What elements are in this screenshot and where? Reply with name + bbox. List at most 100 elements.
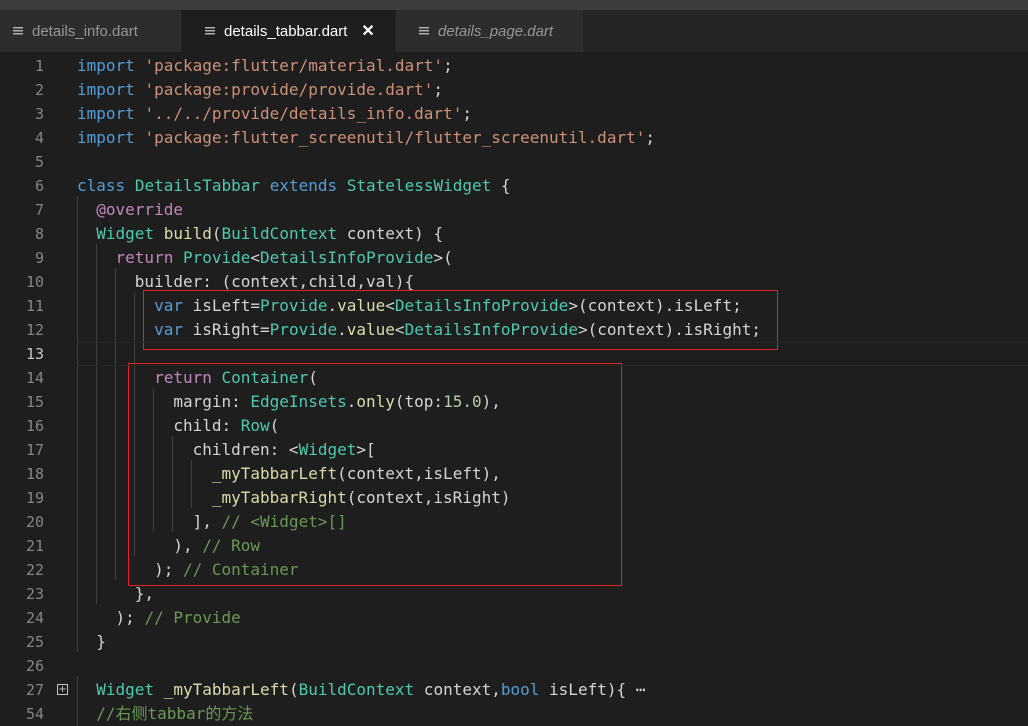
code-token: Provide [182, 248, 251, 267]
code-line[interactable]: 8 Widget build(BuildContext context) { [0, 222, 1028, 246]
code-line[interactable]: 7 @override [0, 198, 1028, 222]
line-number: 10 [25, 273, 44, 291]
code-line[interactable]: 13 [0, 342, 1028, 366]
code-token: context) { [337, 224, 444, 243]
code-token: import [77, 128, 135, 147]
line-number: 27 [25, 681, 44, 699]
code-token: >(context).isRight; [577, 320, 761, 339]
code-line[interactable]: 3 import '../../provide/details_info.dart… [0, 102, 1028, 126]
code-token: StatelessWidget [346, 176, 492, 195]
code-token: >(context).isLeft; [568, 296, 742, 315]
line-number: 17 [25, 441, 44, 459]
code-token: . [327, 296, 338, 315]
line-number: 15 [25, 393, 44, 411]
code-line[interactable]: 20 ], // <Widget>[] [0, 510, 1028, 534]
line-number: 6 [34, 177, 44, 195]
line-number: 23 [25, 585, 44, 603]
code-line[interactable]: 5 [0, 150, 1028, 174]
code-token: Provide [260, 296, 328, 315]
code-line[interactable]: 27 + Widget _myTabbarLeft(BuildContext co… [0, 678, 1028, 702]
code-token: Widget [96, 680, 155, 699]
folded-ellipsis[interactable]: ⋯ [636, 680, 646, 699]
code-line[interactable]: 2 import 'package:provide/provide.dart'; [0, 78, 1028, 102]
code-token: isRight= [182, 320, 270, 339]
line-number: 24 [25, 609, 44, 627]
code-line[interactable]: 23 }, [0, 582, 1028, 606]
code-token: only [356, 392, 395, 411]
code-line[interactable]: 6 class DetailsTabbar extends StatelessWi… [0, 174, 1028, 198]
code-text: margin: EdgeInsets.only(top:15.0), [77, 390, 501, 414]
code-token: ( [308, 368, 318, 387]
line-number: 2 [34, 81, 44, 99]
code-line[interactable]: 22 ); // Container [0, 558, 1028, 582]
code-token: ; [645, 128, 655, 147]
code-line[interactable]: 21 ), // Row [0, 534, 1028, 558]
code-token: ( [211, 224, 222, 243]
code-text: child: Row( [77, 414, 279, 438]
code-line[interactable]: 12 var isRight=Provide.value<DetailsInfo… [0, 318, 1028, 342]
code-line[interactable]: 26 [0, 654, 1028, 678]
code-line[interactable]: 11 var isLeft=Provide.value<DetailsInfoP… [0, 294, 1028, 318]
title-bar-strip [0, 0, 1028, 10]
line-number: 12 [25, 321, 44, 339]
code-line[interactable]: 15 margin: EdgeInsets.only(top:15.0), [0, 390, 1028, 414]
code-line[interactable]: 4 import 'package:flutter_screenutil/flut… [0, 126, 1028, 150]
line-number: 1 [34, 57, 44, 75]
code-token: value [337, 296, 386, 315]
code-token: BuildContext [298, 680, 415, 699]
line-number: 54 [25, 705, 44, 723]
code-token: < [250, 248, 261, 267]
code-token: EdgeInsets [250, 392, 347, 411]
code-text: _myTabbarLeft(context,isLeft), [77, 462, 501, 486]
code-line[interactable]: 9 return Provide<DetailsInfoProvide>( [0, 246, 1028, 270]
code-line[interactable]: 54 //右侧tabbar的方法 [0, 702, 1028, 726]
code-line[interactable]: 19 _myTabbarRight(context,isRight) [0, 486, 1028, 510]
code-token: DetailsInfoProvide [404, 320, 578, 339]
code-token: ; [443, 56, 453, 75]
close-icon[interactable]: ✕ [361, 21, 374, 41]
code-text: import '../../provide/details_info.dart'… [77, 102, 472, 126]
tab-details-info[interactable]: details_info.dart [0, 10, 182, 52]
code-token: }, [77, 584, 155, 603]
code-token: 'package:flutter/material.dart' [144, 56, 444, 75]
code-line[interactable]: 14 return Container( [0, 366, 1028, 390]
tab-details-tabbar[interactable]: details_tabbar.dart ✕ [182, 10, 396, 52]
code-line[interactable]: 24 ); // Provide [0, 606, 1028, 630]
code-token: _myTabbarLeft [163, 680, 289, 699]
code-token: DetailsInfoProvide [394, 296, 569, 315]
fold-expand-icon[interactable]: + [57, 684, 68, 695]
code-text: import 'package:provide/provide.dart'; [77, 78, 443, 102]
code-line[interactable]: 1 import 'package:flutter/material.dart'; [0, 54, 1028, 78]
code-line[interactable]: 18 _myTabbarLeft(context,isLeft), [0, 462, 1028, 486]
code-text: builder: (context,child,val){ [77, 270, 414, 294]
tab-details-page[interactable]: details_page.dart [396, 10, 584, 52]
code-line[interactable]: 17 children: <Widget>[ [0, 438, 1028, 462]
line-number: 25 [25, 633, 44, 651]
code-line[interactable]: 16 child: Row( [0, 414, 1028, 438]
code-text: return Container( [77, 366, 318, 390]
file-lines-icon [12, 25, 24, 37]
code-token: import [77, 80, 135, 99]
line-number: 3 [34, 105, 44, 123]
code-line[interactable]: 10 builder: (context,child,val){ [0, 270, 1028, 294]
code-token: // Provide [144, 608, 241, 627]
code-token: margin: [77, 392, 251, 411]
code-token: return [154, 368, 212, 387]
code-text: ); // Container [77, 558, 299, 582]
file-lines-icon [204, 25, 216, 37]
code-token: ; [462, 104, 472, 123]
code-line[interactable]: 25 } [0, 630, 1028, 654]
code-token: ( [288, 680, 299, 699]
code-editor[interactable]: 1 import 'package:flutter/material.dart';… [0, 52, 1028, 726]
tab-label: details_info.dart [32, 22, 138, 40]
